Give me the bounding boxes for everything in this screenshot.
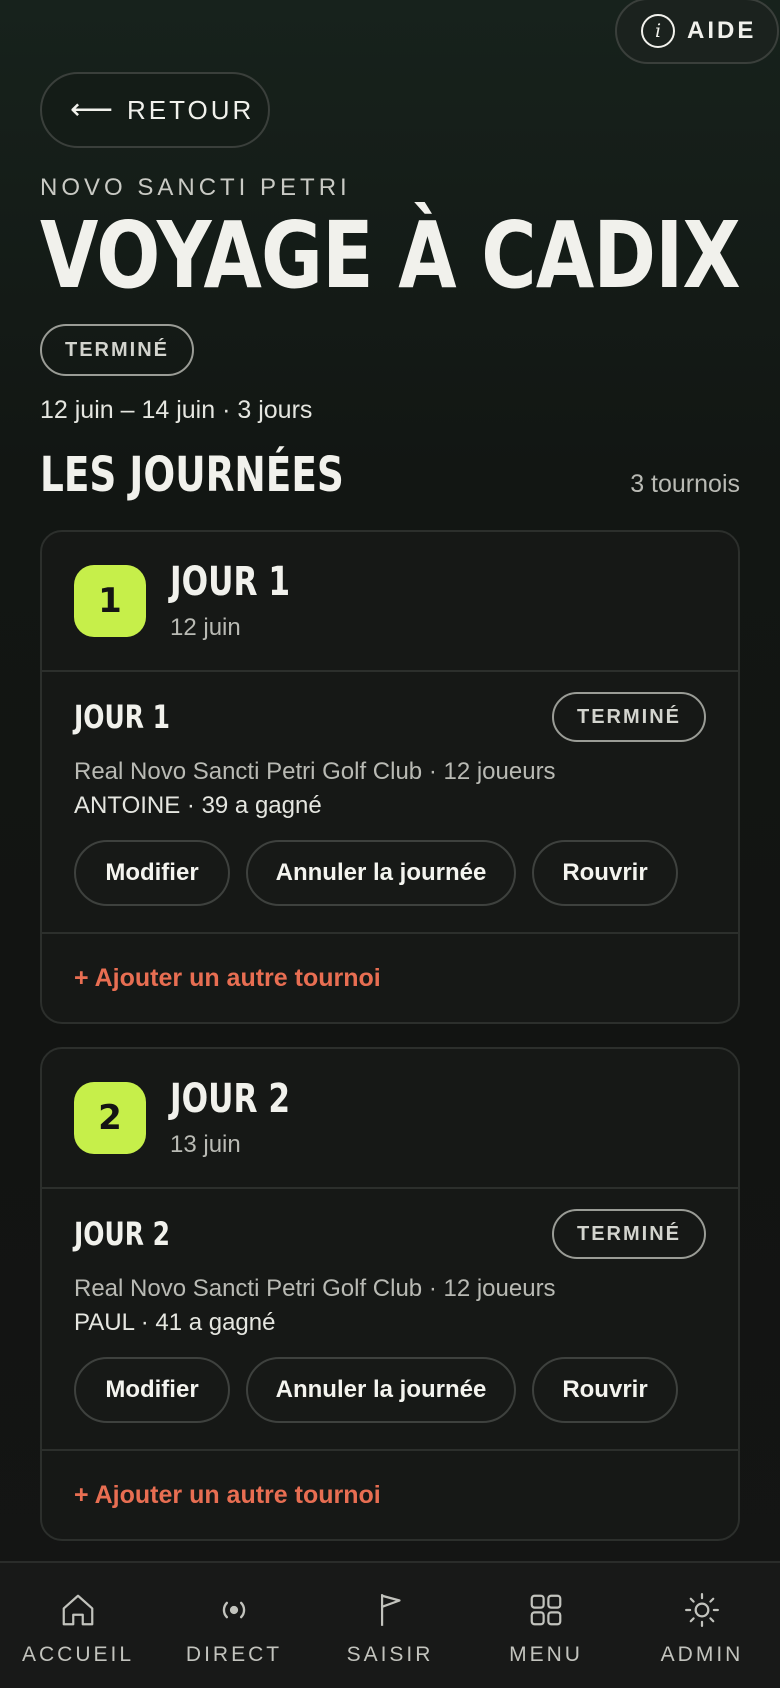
tournament-winner: PAUL · 41 a gagné: [74, 1309, 276, 1336]
tournament-meta: Real Novo Sancti Petri Golf Club · 12 jo…: [74, 758, 556, 785]
live-icon: [222, 1601, 246, 1619]
nav-item-home[interactable]: ACCUEIL: [0, 1563, 156, 1688]
nav-label: ADMIN: [660, 1643, 744, 1666]
tournament-actions: Modifier Annuler la journée Rouvrir: [74, 840, 678, 906]
day-date: 12 juin: [170, 614, 241, 641]
tournament-status-badge: TERMINÉ: [552, 1209, 706, 1259]
trip-detail-screen: i AIDE ⟵ RETOUR NOVO SANCTI PETRI VOYAGE…: [0, 0, 780, 1688]
tournament-name: JOUR 1: [74, 698, 171, 736]
back-button[interactable]: ⟵ RETOUR: [40, 72, 270, 148]
trip-location: NOVO SANCTI PETRI: [40, 174, 351, 201]
tournament-meta: Real Novo Sancti Petri Golf Club · 12 jo…: [74, 1275, 556, 1302]
day-number-badge: 1: [74, 565, 146, 637]
reopen-button[interactable]: Rouvrir: [532, 1357, 678, 1423]
day-card: 1 JOUR 1 12 juin JOUR 1 TERMINÉ Real Nov…: [40, 530, 740, 1024]
help-label: AIDE: [687, 17, 757, 44]
nav-label: SAISIR: [346, 1643, 434, 1666]
nav-item-enter[interactable]: SAISIR: [312, 1563, 468, 1688]
flag-icon: [380, 1594, 401, 1626]
back-label: RETOUR: [127, 94, 255, 125]
trip-dates: 12 juin – 14 juin · 3 jours: [40, 396, 313, 424]
tournament-status-badge: TERMINÉ: [552, 692, 706, 742]
nav-item-menu[interactable]: MENU: [468, 1563, 624, 1688]
edit-button[interactable]: Modifier: [74, 840, 230, 906]
nav-label: ACCUEIL: [21, 1643, 135, 1666]
cancel-day-button[interactable]: Annuler la journée: [246, 840, 516, 906]
add-tournament-link[interactable]: + Ajouter un autre tournoi: [42, 934, 738, 1022]
info-icon: i: [641, 14, 675, 48]
help-button[interactable]: i AIDE: [615, 0, 779, 64]
tournament-item: JOUR 1 TERMINÉ Real Novo Sancti Petri Go…: [42, 672, 738, 934]
sun-icon: [685, 1593, 719, 1627]
nav-label: DIRECT: [185, 1643, 283, 1666]
day-header[interactable]: 2 JOUR 2 13 juin: [42, 1049, 738, 1189]
add-tournament-link[interactable]: + Ajouter un autre tournoi: [42, 1451, 738, 1539]
day-name: JOUR 2: [170, 1076, 291, 1122]
nav-item-admin[interactable]: ADMIN: [624, 1563, 780, 1688]
page-title: VOYAGE À CADIX: [40, 202, 741, 309]
trip-status-badge: TERMINÉ: [40, 324, 194, 376]
edit-button[interactable]: Modifier: [74, 1357, 230, 1423]
nav-item-live[interactable]: DIRECT: [156, 1563, 312, 1688]
tournament-winner: ANTOINE · 39 a gagné: [74, 792, 322, 819]
day-card: 2 JOUR 2 13 juin JOUR 2 TERMINÉ Real Nov…: [40, 1047, 740, 1541]
tournament-actions: Modifier Annuler la journée Rouvrir: [74, 1357, 678, 1423]
reopen-button[interactable]: Rouvrir: [532, 840, 678, 906]
day-header[interactable]: 1 JOUR 1 12 juin: [42, 532, 738, 672]
tournament-item: JOUR 2 TERMINÉ Real Novo Sancti Petri Go…: [42, 1189, 738, 1451]
section-title: LES JOURNÉES: [40, 447, 344, 503]
cancel-day-button[interactable]: Annuler la journée: [246, 1357, 516, 1423]
tournament-count: 3 tournois: [630, 470, 740, 498]
nav-label: MENU: [509, 1643, 583, 1666]
day-name: JOUR 1: [170, 559, 291, 605]
grid-icon: [530, 1594, 562, 1626]
bottom-nav: ACCUEIL DIRECT SAISIR MENU ADMIN: [0, 1561, 780, 1688]
tournament-name: JOUR 2: [74, 1215, 171, 1253]
day-number-badge: 2: [74, 1082, 146, 1154]
home-icon: [62, 1594, 94, 1626]
day-date: 13 juin: [170, 1131, 241, 1158]
arrow-left-icon: ⟵: [70, 93, 114, 126]
